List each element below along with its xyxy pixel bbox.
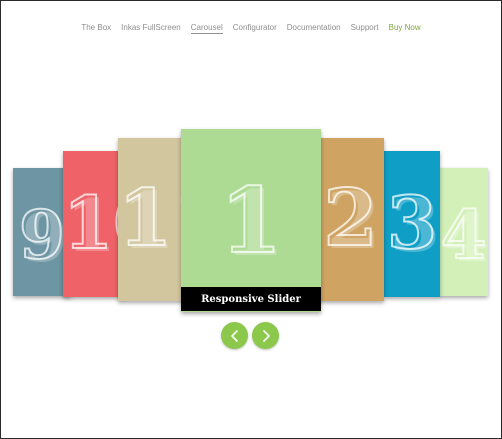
prev-slide-button[interactable]: [221, 322, 248, 349]
slide-number: 10: [63, 180, 125, 265]
slide-10[interactable]: 10: [63, 151, 125, 297]
slide-11[interactable]: 11: [118, 138, 186, 301]
chevron-right-icon: [261, 329, 271, 342]
slide-3[interactable]: 3: [384, 151, 440, 297]
slide-1-active[interactable]: 1: [181, 129, 321, 312]
chevron-left-icon: [230, 329, 240, 342]
slide-2[interactable]: 2: [317, 138, 384, 301]
slide-number: 4: [440, 196, 488, 274]
slide-number: 1: [219, 168, 284, 274]
next-slide-button[interactable]: [252, 322, 279, 349]
slide-caption: Responsive Slider: [181, 287, 321, 311]
slide-number: 3: [386, 180, 438, 265]
slide-4[interactable]: 4: [439, 168, 488, 296]
slide-number: 2: [322, 173, 378, 264]
page-frame: The Box Inkas FullScreen Carousel Config…: [0, 0, 502, 439]
carousel: 9 10 11 2 3 4 1 Responsive Slider: [1, 1, 501, 438]
slide-number: 11: [118, 173, 186, 264]
